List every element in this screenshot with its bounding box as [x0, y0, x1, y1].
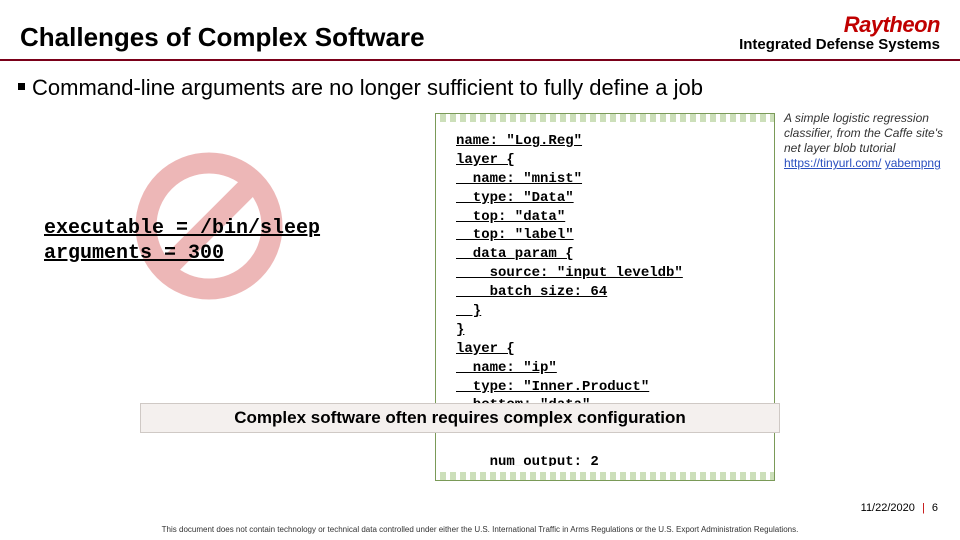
paper-perforation-top [436, 114, 774, 122]
header-divider [0, 59, 960, 61]
slide-number: 6 [932, 502, 938, 514]
paper-perforation-bottom [436, 472, 774, 480]
slide-content: executable = /bin/sleep arguments = 300 … [0, 101, 960, 461]
callout-box: Complex software often requires complex … [140, 403, 780, 433]
slide-date: 11/22/2020 [861, 502, 915, 514]
brand-logo: Raytheon Integrated Defense Systems [739, 12, 940, 53]
annotation-body: A simple logistic regression classifier,… [784, 111, 943, 155]
slide-header: Challenges of Complex Software Raytheon … [0, 0, 960, 59]
page-meta: 11/22/2020 | 6 [861, 502, 938, 514]
left-code-panel: executable = /bin/sleep arguments = 300 [44, 161, 404, 211]
annotation-text: A simple logistic regression classifier,… [784, 111, 944, 171]
export-control-footer: This document does not contain technolog… [0, 525, 960, 534]
brand-name: Raytheon [739, 12, 940, 38]
brand-division: Integrated Defense Systems [739, 36, 940, 53]
meta-separator: | [918, 502, 929, 514]
annotation-link-1[interactable]: https://tinyurl.com/ [784, 156, 881, 170]
bullet-point: Command-line arguments are no longer suf… [0, 69, 960, 101]
annotation-link-2[interactable]: yabempng [885, 156, 941, 170]
simple-config-code: executable = /bin/sleep arguments = 300 [44, 216, 404, 266]
